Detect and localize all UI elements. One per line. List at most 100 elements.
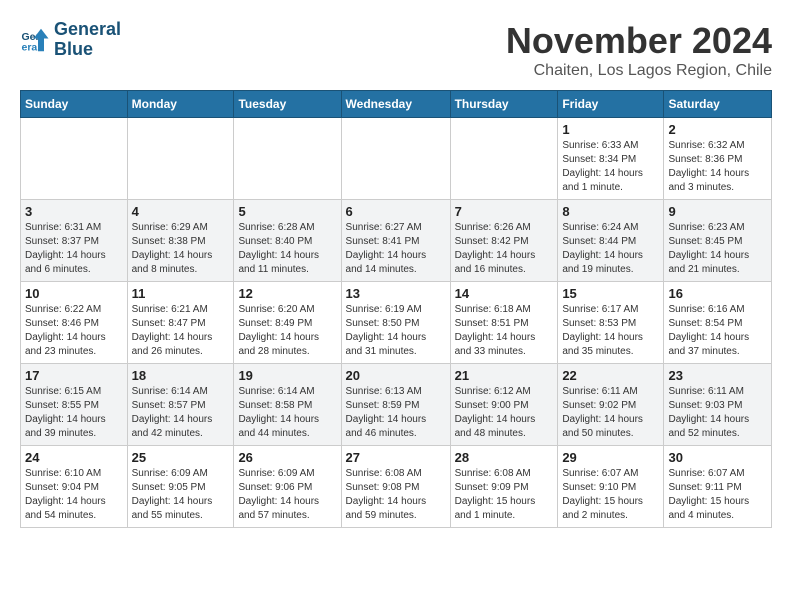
day-number: 8	[562, 204, 659, 219]
calendar-cell	[21, 118, 128, 200]
day-info: Sunrise: 6:31 AM Sunset: 8:37 PM Dayligh…	[25, 221, 123, 277]
calendar-cell: 15Sunrise: 6:17 AM Sunset: 8:53 PM Dayli…	[558, 282, 664, 364]
day-info: Sunrise: 6:08 AM Sunset: 9:09 PM Dayligh…	[455, 467, 554, 523]
calendar-cell: 24Sunrise: 6:10 AM Sunset: 9:04 PM Dayli…	[21, 446, 128, 528]
calendar-cell: 28 Sunrise: 6:08 AM Sunset: 9:09 PM Dayli…	[450, 446, 558, 528]
calendar-cell: 1 Sunrise: 6:33 AM Sunset: 8:34 PM Daylig…	[558, 118, 664, 200]
calendar-cell: 11 Sunrise: 6:21 AM Sunset: 8:47 PM Dayli…	[127, 282, 234, 364]
day-number: 6	[346, 204, 446, 219]
calendar-cell: 9 Sunrise: 6:23 AM Sunset: 8:45 PM Daylig…	[664, 200, 772, 282]
day-info: Sunrise: 6:27 AM Sunset: 8:41 PM Dayligh…	[346, 221, 446, 277]
day-header-friday: Friday	[558, 91, 664, 118]
calendar-cell: 25 Sunrise: 6:09 AM Sunset: 9:05 PM Dayli…	[127, 446, 234, 528]
calendar-cell: 23 Sunrise: 6:11 AM Sunset: 9:03 PM Dayli…	[664, 364, 772, 446]
day-info: Sunrise: 6:14 AM Sunset: 8:57 PM Dayligh…	[132, 385, 230, 441]
day-info: Sunrise: 6:28 AM Sunset: 8:40 PM Dayligh…	[238, 221, 336, 277]
day-info: Sunrise: 6:11 AM Sunset: 9:03 PM Dayligh…	[668, 385, 767, 441]
day-number: 30	[668, 450, 767, 465]
calendar-cell: 13 Sunrise: 6:19 AM Sunset: 8:50 PM Dayli…	[341, 282, 450, 364]
day-number: 10	[25, 286, 123, 301]
day-number: 22	[562, 368, 659, 383]
day-number: 25	[132, 450, 230, 465]
day-info: Sunrise: 6:21 AM Sunset: 8:47 PM Dayligh…	[132, 303, 230, 359]
day-number: 16	[668, 286, 767, 301]
calendar-cell	[341, 118, 450, 200]
week-row-1: 1 Sunrise: 6:33 AM Sunset: 8:34 PM Daylig…	[21, 118, 772, 200]
calendar-cell: 12 Sunrise: 6:20 AM Sunset: 8:49 PM Dayli…	[234, 282, 341, 364]
day-number: 19	[238, 368, 336, 383]
day-number: 29	[562, 450, 659, 465]
calendar-cell: 26 Sunrise: 6:09 AM Sunset: 9:06 PM Dayli…	[234, 446, 341, 528]
svg-text:eral: eral	[22, 41, 41, 53]
day-info: Sunrise: 6:33 AM Sunset: 8:34 PM Dayligh…	[562, 139, 659, 195]
day-info: Sunrise: 6:09 AM Sunset: 9:05 PM Dayligh…	[132, 467, 230, 523]
calendar-cell: 6 Sunrise: 6:27 AM Sunset: 8:41 PM Daylig…	[341, 200, 450, 282]
day-info: Sunrise: 6:12 AM Sunset: 9:00 PM Dayligh…	[455, 385, 554, 441]
day-number: 2	[668, 122, 767, 137]
week-row-4: 17Sunrise: 6:15 AM Sunset: 8:55 PM Dayli…	[21, 364, 772, 446]
day-number: 21	[455, 368, 554, 383]
day-number: 5	[238, 204, 336, 219]
day-number: 18	[132, 368, 230, 383]
page-title: November 2024	[506, 20, 772, 62]
day-header-tuesday: Tuesday	[234, 91, 341, 118]
calendar-cell: 21 Sunrise: 6:12 AM Sunset: 9:00 PM Dayli…	[450, 364, 558, 446]
calendar-cell: 22 Sunrise: 6:11 AM Sunset: 9:02 PM Dayli…	[558, 364, 664, 446]
day-info: Sunrise: 6:08 AM Sunset: 9:08 PM Dayligh…	[346, 467, 446, 523]
day-number: 9	[668, 204, 767, 219]
week-row-5: 24Sunrise: 6:10 AM Sunset: 9:04 PM Dayli…	[21, 446, 772, 528]
calendar-cell: 16 Sunrise: 6:16 AM Sunset: 8:54 PM Dayli…	[664, 282, 772, 364]
day-header-sunday: Sunday	[21, 91, 128, 118]
day-info: Sunrise: 6:10 AM Sunset: 9:04 PM Dayligh…	[25, 467, 123, 523]
day-info: Sunrise: 6:20 AM Sunset: 8:49 PM Dayligh…	[238, 303, 336, 359]
location-subtitle: Chaiten, Los Lagos Region, Chile	[506, 62, 772, 80]
calendar-cell: 10 Sunrise: 6:22 AM Sunset: 8:46 PM Dayli…	[21, 282, 128, 364]
calendar-cell: 27 Sunrise: 6:08 AM Sunset: 9:08 PM Dayli…	[341, 446, 450, 528]
day-info: Sunrise: 6:16 AM Sunset: 8:54 PM Dayligh…	[668, 303, 767, 359]
day-number: 27	[346, 450, 446, 465]
calendar-cell	[234, 118, 341, 200]
calendar-cell: 3 Sunrise: 6:31 AM Sunset: 8:37 PM Daylig…	[21, 200, 128, 282]
day-info: Sunrise: 6:29 AM Sunset: 8:38 PM Dayligh…	[132, 221, 230, 277]
day-number: 14	[455, 286, 554, 301]
day-info: Sunrise: 6:11 AM Sunset: 9:02 PM Dayligh…	[562, 385, 659, 441]
day-number: 4	[132, 204, 230, 219]
calendar-cell: 2Sunrise: 6:32 AM Sunset: 8:36 PM Daylig…	[664, 118, 772, 200]
day-info: Sunrise: 6:09 AM Sunset: 9:06 PM Dayligh…	[238, 467, 336, 523]
day-number: 13	[346, 286, 446, 301]
calendar-cell: 5 Sunrise: 6:28 AM Sunset: 8:40 PM Daylig…	[234, 200, 341, 282]
day-header-monday: Monday	[127, 91, 234, 118]
logo-line2: Blue	[54, 40, 121, 60]
day-number: 20	[346, 368, 446, 383]
day-info: Sunrise: 6:26 AM Sunset: 8:42 PM Dayligh…	[455, 221, 554, 277]
week-row-3: 10 Sunrise: 6:22 AM Sunset: 8:46 PM Dayli…	[21, 282, 772, 364]
calendar-cell: 7 Sunrise: 6:26 AM Sunset: 8:42 PM Daylig…	[450, 200, 558, 282]
day-number: 23	[668, 368, 767, 383]
day-number: 1	[562, 122, 659, 137]
day-number: 3	[25, 204, 123, 219]
calendar-cell: 29 Sunrise: 6:07 AM Sunset: 9:10 PM Dayli…	[558, 446, 664, 528]
day-info: Sunrise: 6:22 AM Sunset: 8:46 PM Dayligh…	[25, 303, 123, 359]
calendar-cell: 4 Sunrise: 6:29 AM Sunset: 8:38 PM Daylig…	[127, 200, 234, 282]
day-number: 26	[238, 450, 336, 465]
logo-line1: General	[54, 20, 121, 40]
calendar-cell: 8Sunrise: 6:24 AM Sunset: 8:44 PM Daylig…	[558, 200, 664, 282]
day-info: Sunrise: 6:07 AM Sunset: 9:11 PM Dayligh…	[668, 467, 767, 523]
day-number: 15	[562, 286, 659, 301]
day-number: 11	[132, 286, 230, 301]
day-info: Sunrise: 6:15 AM Sunset: 8:55 PM Dayligh…	[25, 385, 123, 441]
days-header-row: SundayMondayTuesdayWednesdayThursdayFrid…	[21, 91, 772, 118]
day-info: Sunrise: 6:13 AM Sunset: 8:59 PM Dayligh…	[346, 385, 446, 441]
day-number: 12	[238, 286, 336, 301]
calendar-cell: 14Sunrise: 6:18 AM Sunset: 8:51 PM Dayli…	[450, 282, 558, 364]
logo: Gen eral General Blue	[20, 20, 121, 60]
day-info: Sunrise: 6:07 AM Sunset: 9:10 PM Dayligh…	[562, 467, 659, 523]
day-info: Sunrise: 6:19 AM Sunset: 8:50 PM Dayligh…	[346, 303, 446, 359]
calendar-table: SundayMondayTuesdayWednesdayThursdayFrid…	[20, 90, 772, 528]
day-number: 7	[455, 204, 554, 219]
day-info: Sunrise: 6:23 AM Sunset: 8:45 PM Dayligh…	[668, 221, 767, 277]
calendar-cell	[127, 118, 234, 200]
week-row-2: 3 Sunrise: 6:31 AM Sunset: 8:37 PM Daylig…	[21, 200, 772, 282]
calendar-cell: 20 Sunrise: 6:13 AM Sunset: 8:59 PM Dayli…	[341, 364, 450, 446]
day-number: 28	[455, 450, 554, 465]
